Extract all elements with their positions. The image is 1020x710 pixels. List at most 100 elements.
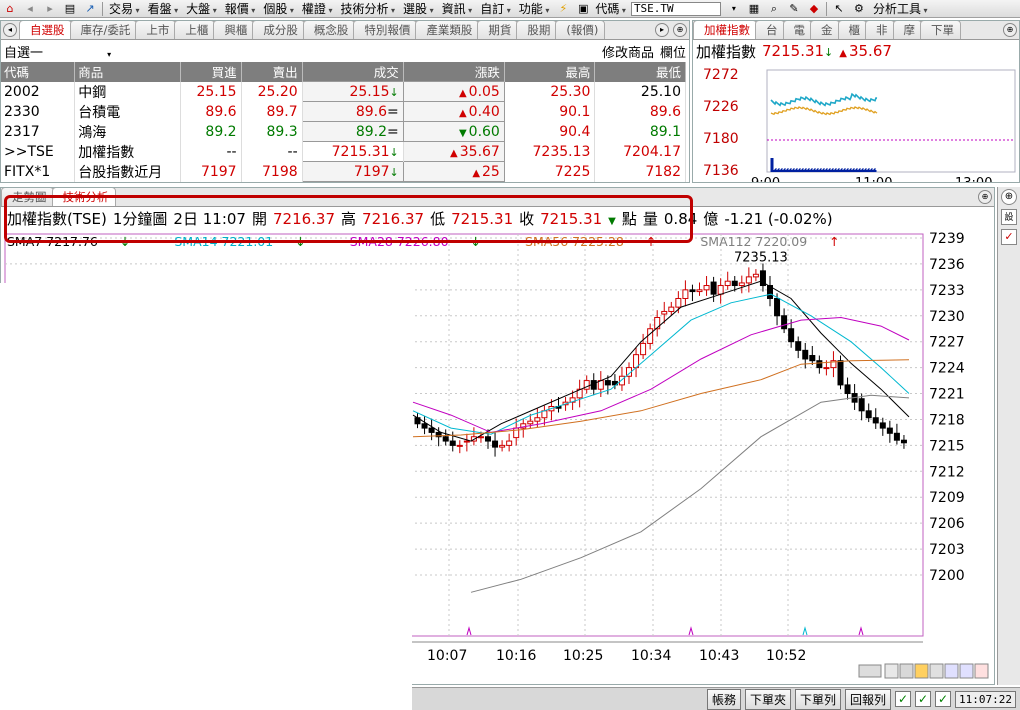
- quote-tab[interactable]: 成分股: [252, 21, 305, 39]
- menu-item[interactable]: 權證: [298, 0, 337, 17]
- table-row[interactable]: >>TSE加權指數----7215.31↓35.677235.137204.17: [1, 141, 686, 162]
- menu-item[interactable]: 報價: [221, 0, 260, 17]
- menu-item[interactable]: 選股: [399, 0, 438, 17]
- table-row[interactable]: 2330台積電89.689.789.6=0.4090.189.6: [1, 101, 686, 122]
- last-value: 25.15: [349, 83, 390, 100]
- side-checkbox-icon[interactable]: ✓: [1001, 229, 1017, 245]
- tab-scroll-right-icon[interactable]: ▸: [655, 23, 669, 37]
- quote-tab[interactable]: 期貨: [477, 21, 519, 39]
- menu-item[interactable]: 大盤: [182, 0, 221, 17]
- status-button[interactable]: 帳務: [706, 688, 741, 710]
- chart-tool-icon[interactable]: [929, 663, 944, 679]
- chart-tool-icon[interactable]: [884, 663, 899, 679]
- candle-body: [668, 306, 675, 312]
- back-icon[interactable]: ◂: [22, 2, 38, 16]
- quote-tab[interactable]: 庫存/委託: [69, 21, 138, 39]
- column-header[interactable]: 成交: [302, 62, 404, 82]
- zoom-icon[interactable]: ⊕: [673, 23, 687, 37]
- search-icon[interactable]: ⌕: [766, 2, 782, 16]
- column-header[interactable]: 賣出: [241, 62, 303, 82]
- mini-tab[interactable]: 電: [782, 21, 812, 39]
- candle-body: [421, 423, 428, 429]
- print-icon[interactable]: ▤: [62, 2, 78, 16]
- chart-tool-icon[interactable]: [899, 663, 914, 679]
- dropdown-icon[interactable]: ▾: [726, 2, 742, 16]
- mini-tab[interactable]: 台: [755, 21, 785, 39]
- column-header[interactable]: 買進: [180, 62, 242, 82]
- quote-tab[interactable]: 概念股: [302, 21, 356, 39]
- pointer-icon[interactable]: ↖: [831, 2, 847, 16]
- quote-tab[interactable]: 上櫃: [174, 21, 216, 39]
- settings-icon[interactable]: ⚙: [851, 2, 867, 16]
- status-button[interactable]: 回報列: [845, 688, 892, 710]
- column-header[interactable]: 最低: [594, 62, 686, 82]
- menu-item[interactable]: 看盤: [144, 0, 183, 17]
- modify-items-button[interactable]: 修改商品: [602, 42, 654, 61]
- mini-tab[interactable]: 摩: [892, 21, 922, 39]
- mini-tab[interactable]: 金: [810, 21, 840, 39]
- chart-tool-icon[interactable]: [974, 663, 989, 679]
- column-header[interactable]: 商品: [74, 62, 181, 82]
- table-row[interactable]: 2002中鋼25.1525.2025.15↓0.0525.3025.10: [1, 81, 686, 102]
- candle-body: [618, 375, 625, 386]
- cell-code: >>TSE: [1, 141, 76, 162]
- chart-tool-icon[interactable]: [944, 663, 959, 679]
- y-tick-label: 7230: [929, 309, 965, 325]
- chart-book-icon[interactable]: ▦: [746, 2, 762, 16]
- cell-ask: 25.20: [241, 81, 303, 102]
- candle-body: [661, 310, 668, 315]
- quote-tab[interactable]: 興櫃: [213, 21, 255, 39]
- column-header[interactable]: 最高: [504, 62, 596, 82]
- quote-tab[interactable]: 自選股: [19, 21, 72, 39]
- quote-panel: ◂ 自選股 庫存/委託 上市 上櫃 興櫃 成分股 概念股 特別報價 產業類股 期貨 股期 (報價) ▸…: [0, 20, 690, 183]
- mini-tab[interactable]: 非: [865, 21, 895, 39]
- chart-tool-icon[interactable]: [914, 663, 929, 679]
- column-header[interactable]: 漲跌: [403, 62, 505, 82]
- menu-item[interactable]: 功能: [515, 0, 554, 17]
- quote-tab[interactable]: 產業類股: [415, 21, 480, 39]
- mini-tab[interactable]: 櫃: [837, 21, 867, 39]
- mini-tab[interactable]: 下單: [920, 21, 961, 39]
- side-tab[interactable]: 設: [1001, 209, 1017, 225]
- status-button[interactable]: 下單夾: [744, 688, 791, 710]
- zoom-icon[interactable]: ⊕: [1003, 23, 1017, 37]
- analysis-tools-menu[interactable]: 分析工具: [869, 0, 932, 17]
- cell-name: 台股指數近月: [74, 161, 181, 182]
- tools-icon[interactable]: ✎: [786, 2, 802, 16]
- mini-x-tick: 11:00: [855, 176, 892, 182]
- popout-icon[interactable]: ↗: [82, 2, 98, 16]
- flash-icon[interactable]: ⚡: [555, 2, 571, 16]
- columns-button[interactable]: 欄位: [660, 42, 686, 61]
- table-row[interactable]: FITX*1台股指數近月719771987197↓2572257182: [1, 161, 686, 182]
- chart-tool-icon[interactable]: [959, 663, 974, 679]
- table-row[interactable]: 2317鴻海89.289.389.2=0.6090.489.1: [1, 121, 686, 142]
- menu-item[interactable]: 技術分析: [336, 0, 399, 17]
- menu-item[interactable]: 個股: [259, 0, 298, 17]
- cell-low: 7204.17: [594, 141, 686, 162]
- menu-item[interactable]: 資訊: [438, 0, 477, 17]
- forward-icon[interactable]: ▸: [42, 2, 58, 16]
- candle-body: [428, 427, 435, 433]
- check-icon[interactable]: ✓: [895, 691, 912, 707]
- info-change: -1.21 (-0.02%): [724, 210, 833, 228]
- alert-icon[interactable]: ◆: [806, 2, 822, 16]
- home-icon[interactable]: ⌂: [2, 2, 18, 16]
- last-value: 89.2: [355, 123, 388, 140]
- list-selector[interactable]: 自選一 ▾: [4, 42, 111, 61]
- check-icon[interactable]: ✓: [935, 691, 952, 707]
- column-header[interactable]: 代碼: [1, 62, 76, 82]
- quote-tab[interactable]: (報價): [555, 21, 606, 39]
- mini-tab[interactable]: 加權指數: [693, 21, 757, 39]
- note-icon[interactable]: ▣: [575, 2, 591, 16]
- tab-scroll-left-icon[interactable]: ◂: [3, 23, 17, 37]
- scroll-thumb[interactable]: [858, 664, 882, 678]
- menu-item[interactable]: 自訂: [476, 0, 515, 17]
- status-button[interactable]: 下單列: [794, 688, 841, 710]
- quote-tab[interactable]: 股期: [516, 21, 558, 39]
- zoom-icon[interactable]: ⊕: [1001, 189, 1017, 205]
- quote-tab[interactable]: 上市: [135, 21, 177, 39]
- quote-tab[interactable]: 特別報價: [353, 21, 418, 39]
- check-icon[interactable]: ✓: [915, 691, 932, 707]
- menu-item[interactable]: 交易: [105, 0, 144, 17]
- code-input[interactable]: [630, 1, 721, 16]
